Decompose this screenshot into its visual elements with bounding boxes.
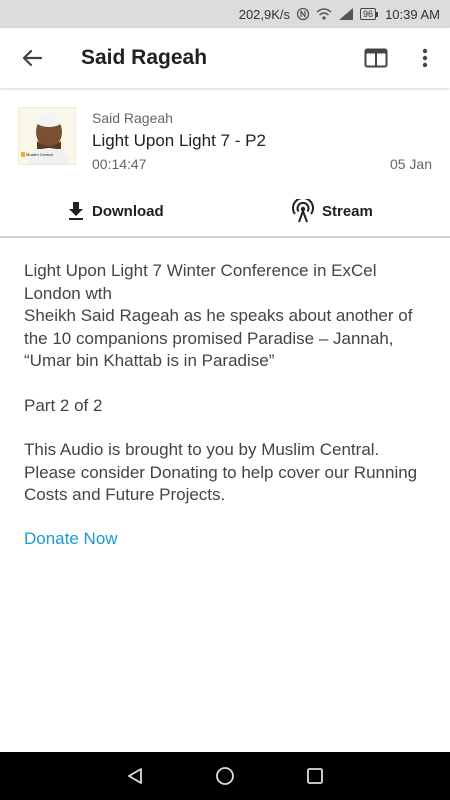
nav-back-icon — [128, 768, 142, 784]
download-button[interactable]: Download — [66, 190, 164, 232]
podcast-thumbnail: Muslim Central — [18, 107, 76, 165]
nav-home-icon — [216, 767, 234, 785]
overflow-menu-button[interactable] — [408, 40, 442, 76]
nav-recents-button[interactable] — [291, 752, 339, 800]
signal-icon — [338, 7, 354, 21]
stream-button[interactable]: Stream — [290, 190, 373, 232]
episode-header: Muslim Central Said Rageah Light Upon Li… — [0, 90, 450, 186]
layout-toggle-button[interactable] — [358, 40, 394, 76]
description-paragraph: Light Upon Light 7 Winter Conference in … — [24, 260, 429, 373]
page-title: Said Rageah — [81, 46, 208, 69]
episode-description: Light Upon Light 7 Winter Conference in … — [24, 260, 429, 550]
battery-icon: 96 — [360, 8, 379, 20]
nav-back-button[interactable] — [111, 752, 159, 800]
description-line: Light Upon Light 7 Winter Conference in … — [24, 261, 377, 303]
stream-label: Stream — [322, 202, 373, 220]
web-layout-icon — [364, 48, 388, 68]
nav-home-button[interactable] — [201, 752, 249, 800]
nfc-icon — [296, 7, 310, 21]
arrow-back-icon — [22, 49, 43, 67]
app-toolbar: Said Rageah — [0, 28, 450, 88]
thumbnail-caption: Muslim Central — [26, 152, 53, 157]
clock: 10:39 AM — [385, 6, 440, 22]
divider — [0, 236, 450, 238]
download-label: Download — [92, 202, 164, 220]
episode-title: Light Upon Light 7 - P2 — [92, 131, 266, 150]
episode-date: 05 Jan — [389, 156, 432, 172]
wifi-icon — [316, 7, 332, 21]
episode-duration: 00:14:47 — [92, 156, 147, 172]
donation-note: This Audio is brought to you by Muslim C… — [24, 440, 418, 504]
back-button[interactable] — [12, 38, 52, 78]
download-icon — [69, 202, 83, 220]
more-vert-icon — [422, 48, 428, 68]
episode-author: Said Rageah — [92, 110, 173, 126]
donate-now-link[interactable]: Donate Now — [24, 529, 118, 548]
system-navigation-bar — [0, 752, 450, 800]
nav-recents-icon — [307, 768, 323, 784]
status-bar: 202,9K/s 96 10:39 AM — [0, 0, 450, 28]
description-line: Sheikh Said Rageah as he speaks about an… — [24, 306, 413, 370]
network-speed: 202,9K/s — [238, 6, 291, 22]
part-info: Part 2 of 2 — [24, 395, 103, 415]
stream-icon — [292, 199, 314, 223]
